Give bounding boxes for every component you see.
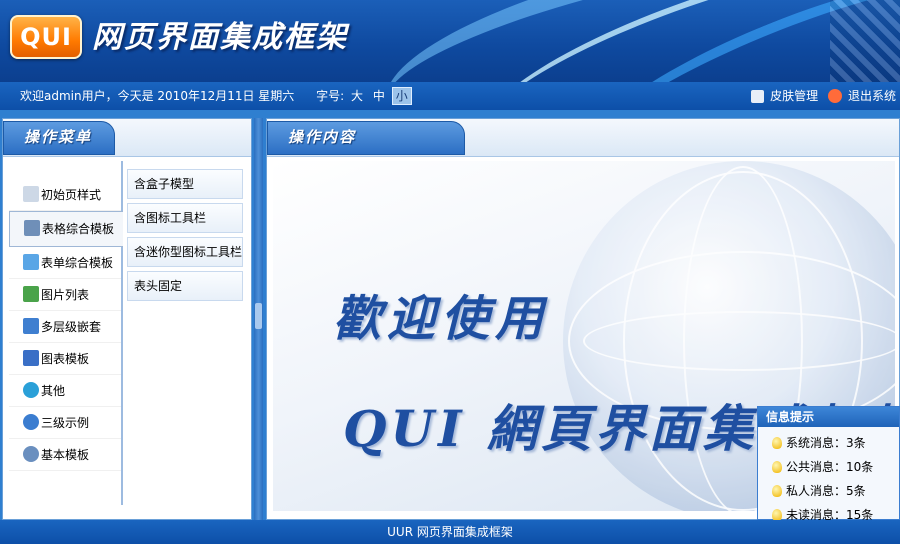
menu-item-label: 表格综合模板 [42,222,115,236]
panel-splitter[interactable] [254,118,263,520]
info-item[interactable]: 私人消息：5条 [772,479,899,503]
table-icon [24,220,40,236]
menu-item-label: 三级示例 [41,416,90,430]
font-size-label: 字号: [316,89,345,103]
menu-item-label: 表单综合模板 [41,256,114,270]
status-bar: 欢迎admin用户，今天是 2010年12月11日 星期六 字号: 大 中 小 … [0,82,900,110]
keyboard-graphic [830,0,900,82]
menu-item-label: 多层级嵌套 [41,320,102,334]
menu-item-other[interactable]: 其他 [9,375,121,407]
bulb-icon [772,485,782,497]
bulb-icon [772,461,782,473]
collapse-arrow-icon[interactable] [255,303,262,329]
font-size-large[interactable]: 大 [348,82,366,110]
content-panel-header: 操作内容 [267,119,899,157]
sub-item-box-model[interactable]: 含盒子模型 [127,169,243,199]
menu-item-form-template[interactable]: 表单综合模板 [9,247,121,279]
menu-item-three-level[interactable]: 三级示例 [9,407,121,439]
sub-item-fixed-header[interactable]: 表头固定 [127,271,243,301]
sub-item-mini-icon-toolbar[interactable]: 含迷你型图标工具栏 [127,237,243,267]
font-size-small[interactable]: 小 [391,87,412,105]
app-title: 网页界面集成框架 [92,20,348,55]
skin-icon [751,90,765,103]
footer-text: UUR 网页界面集成框架 [387,525,513,539]
info-item[interactable]: 公共消息：10条 [772,455,899,479]
app-logo: QUI [10,15,82,59]
menu-item-label: 图片列表 [41,288,90,302]
welcome-text: 欢迎admin用户，今天是 2010年12月11日 星期六 [20,89,295,103]
bulb-icon [772,437,782,449]
info-popup-title: 信息提示 [758,407,899,427]
logout-link[interactable]: 退出系统 [848,89,896,103]
globe-parallel [583,311,895,371]
menu-panel-title: 操作菜单 [3,121,115,155]
info-icon [23,414,39,430]
menu-item-label: 基本模板 [41,448,90,462]
form-icon [23,254,39,270]
info-item-text: 系统消息：3条 [786,436,866,450]
menu-panel-header: 操作菜单 [3,119,251,157]
info-item-text: 私人消息：5条 [786,484,866,498]
chart-icon [23,350,39,366]
menu-item-chart-template[interactable]: 图表模板 [9,343,121,375]
help-icon [23,446,39,462]
menu-item-label: 其他 [41,384,66,398]
image-icon [23,286,39,302]
footer: UUR 网页界面集成框架 [0,520,900,544]
info-item-text: 公共消息：10条 [786,460,874,474]
pages-icon [23,318,39,334]
info-popup: 信息提示 系统消息：3条 公共消息：10条 私人消息：5条 未读消息：15条 [757,406,900,522]
menu-item-image-list[interactable]: 图片列表 [9,279,121,311]
font-size-medium[interactable]: 中 [370,82,388,110]
content-panel-title: 操作内容 [267,121,465,155]
globe-icon [23,382,39,398]
tag-icon [23,186,39,202]
welcome-heading: 歡迎使用 [333,291,550,347]
menu-panel: 操作菜单 初始页样式 表格综合模板 表单综合模板 图片列表 多层级嵌套 图表模板… [2,118,252,520]
logout-icon [827,89,842,103]
menu-item-basic-template[interactable]: 基本模板 [9,439,121,471]
app-header: QUI 网页界面集成框架 [0,0,900,82]
menu-item-nested[interactable]: 多层级嵌套 [9,311,121,343]
info-item[interactable]: 系统消息：3条 [772,431,899,455]
main-menu: 初始页样式 表格综合模板 表单综合模板 图片列表 多层级嵌套 图表模板 其他 三… [9,161,123,505]
sub-menu: 含盒子模型 含图标工具栏 含迷你型图标工具栏 表头固定 [127,169,243,305]
skin-manage-link[interactable]: 皮肤管理 [770,89,818,103]
menu-item-label: 初始页样式 [41,188,102,202]
menu-item-label: 图表模板 [41,352,90,366]
menu-item-table-template[interactable]: 表格综合模板 [9,211,123,247]
menu-item-initial-style[interactable]: 初始页样式 [9,179,121,211]
sub-item-icon-toolbar[interactable]: 含图标工具栏 [127,203,243,233]
